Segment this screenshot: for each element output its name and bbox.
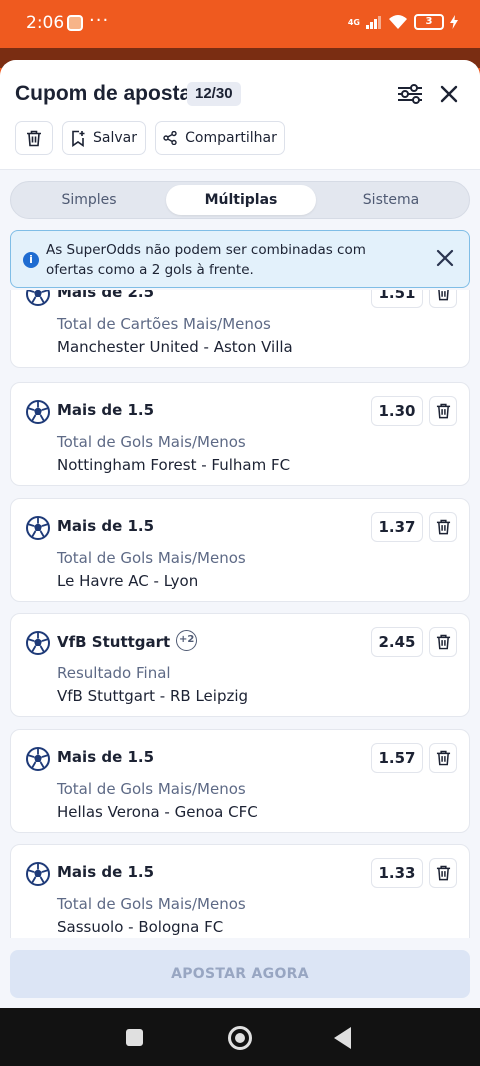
bet-selection: Mais de 2.5 <box>57 290 155 301</box>
remove-bet-button[interactable] <box>429 858 457 888</box>
bet-odd: 1.33 <box>371 858 423 888</box>
bet-market: Total de Gols Mais/Menos <box>57 780 246 798</box>
page-title: Cupom de aposta <box>15 82 192 105</box>
bet-slip-footer: APOSTAR AGORA <box>0 938 480 1008</box>
info-banner-text: As SuperOdds não podem ser combinadas co… <box>46 242 366 278</box>
bet-type-tabs: Simples Múltiplas Sistema <box>10 181 470 219</box>
bet-event: Le Havre AC - Lyon <box>57 572 199 590</box>
bet-card: Mais de 1.5 1.33 Total de Gols Mais/Meno… <box>10 844 470 938</box>
close-icon[interactable] <box>435 248 455 268</box>
bet-market: Total de Gols Mais/Menos <box>57 895 246 913</box>
bet-odd: 1.37 <box>371 512 423 542</box>
bet-slip-header: Cupom de aposta 12/30 Salvar Compartilha… <box>0 60 480 170</box>
remove-bet-button[interactable] <box>429 512 457 542</box>
settings-sliders-icon[interactable] <box>396 82 424 106</box>
bet-selection: VfB Stuttgart +2 <box>57 630 198 653</box>
tab-simples[interactable]: Simples <box>14 185 164 215</box>
soccer-ball-icon <box>26 290 50 306</box>
soccer-ball-icon <box>26 516 50 540</box>
bookmark-add-icon <box>72 130 85 147</box>
system-nav-bar <box>0 1008 480 1066</box>
bet-card: Mais de 1.5 1.30 Total de Gols Mais/Meno… <box>10 382 470 486</box>
wifi-icon <box>389 15 407 29</box>
signal-icon <box>366 16 381 29</box>
selection-count-badge: 12/30 <box>187 82 241 106</box>
bet-card: Mais de 1.5 1.37 Total de Gols Mais/Meno… <box>10 498 470 602</box>
recents-icon[interactable] <box>126 1029 143 1046</box>
trash-icon <box>436 634 450 650</box>
remove-bet-button[interactable] <box>429 743 457 773</box>
bet-odd: 2.45 <box>371 627 423 657</box>
more-notifications-icon: ··· <box>89 10 110 31</box>
trash-icon <box>436 403 450 419</box>
battery-icon: 3 <box>414 14 444 30</box>
back-icon[interactable] <box>334 1027 351 1049</box>
share-label: Compartilhar <box>185 130 277 146</box>
bet-event: Sassuolo - Bologna FC <box>57 918 224 936</box>
bet-odd: 1.51 <box>371 290 423 308</box>
info-banner: i As SuperOdds não podem ser combinadas … <box>10 230 470 288</box>
status-time: 2:06 <box>26 13 65 33</box>
bet-event: Nottingham Forest - Fulham FC <box>57 456 291 474</box>
soccer-ball-icon <box>26 400 50 424</box>
network-type-label: 4G <box>347 17 360 27</box>
status-bar: 2:06 ··· 4G 3 <box>0 0 480 48</box>
trash-icon <box>436 865 450 881</box>
remove-bet-button[interactable] <box>429 627 457 657</box>
share-button[interactable]: Compartilhar <box>155 121 285 155</box>
bet-event: Hellas Verona - Genoa CFC <box>57 803 258 821</box>
save-button[interactable]: Salvar <box>62 121 146 155</box>
bet-selection: Mais de 1.5 <box>57 401 155 419</box>
bet-market: Total de Gols Mais/Menos <box>57 433 246 451</box>
save-label: Salvar <box>93 130 137 146</box>
trash-icon <box>436 519 450 535</box>
bet-selection: Mais de 1.5 <box>57 517 155 535</box>
bet-odd: 1.30 <box>371 396 423 426</box>
tab-multiplas[interactable]: Múltiplas <box>166 185 316 215</box>
bet-event: Manchester United - Aston Villa <box>57 338 293 356</box>
charging-icon <box>450 15 458 29</box>
trash-icon <box>436 750 450 766</box>
close-icon[interactable] <box>436 81 462 107</box>
home-icon[interactable] <box>228 1026 252 1050</box>
clear-slip-button[interactable] <box>15 121 53 155</box>
remove-bet-button[interactable] <box>429 396 457 426</box>
app-notification-icon <box>67 15 83 31</box>
extra-selections-badge[interactable]: +2 <box>176 630 198 651</box>
bet-selection-label: VfB Stuttgart <box>57 633 171 651</box>
bet-event: VfB Stuttgart - RB Leipzig <box>57 687 249 705</box>
bet-market: Total de Gols Mais/Menos <box>57 549 246 567</box>
soccer-ball-icon <box>26 747 50 771</box>
soccer-ball-icon <box>26 862 50 886</box>
info-icon: i <box>23 252 39 268</box>
bet-list[interactable]: Mais de 2.5 1.51 Total de Cartões Mais/M… <box>0 290 480 938</box>
bet-card: Mais de 1.5 1.57 Total de Gols Mais/Meno… <box>10 729 470 833</box>
place-bet-button[interactable]: APOSTAR AGORA <box>10 950 470 998</box>
bet-card: VfB Stuttgart +2 2.45 Resultado Final VfB… <box>10 613 470 717</box>
remove-bet-button[interactable] <box>429 290 457 308</box>
bet-market: Total de Cartões Mais/Menos <box>57 315 271 333</box>
trash-icon <box>437 290 449 301</box>
soccer-ball-icon <box>26 631 50 655</box>
trash-icon <box>27 130 41 146</box>
bet-market: Resultado Final <box>57 664 171 682</box>
bet-odd: 1.57 <box>371 743 423 773</box>
bet-selection: Mais de 1.5 <box>57 748 155 766</box>
bet-selection: Mais de 1.5 <box>57 863 155 881</box>
tab-sistema[interactable]: Sistema <box>316 185 466 215</box>
share-icon <box>163 131 177 145</box>
bet-card: Mais de 2.5 1.51 Total de Cartões Mais/M… <box>10 290 470 368</box>
bet-slip-sheet: Cupom de aposta 12/30 Salvar Compartilha… <box>0 60 480 1008</box>
